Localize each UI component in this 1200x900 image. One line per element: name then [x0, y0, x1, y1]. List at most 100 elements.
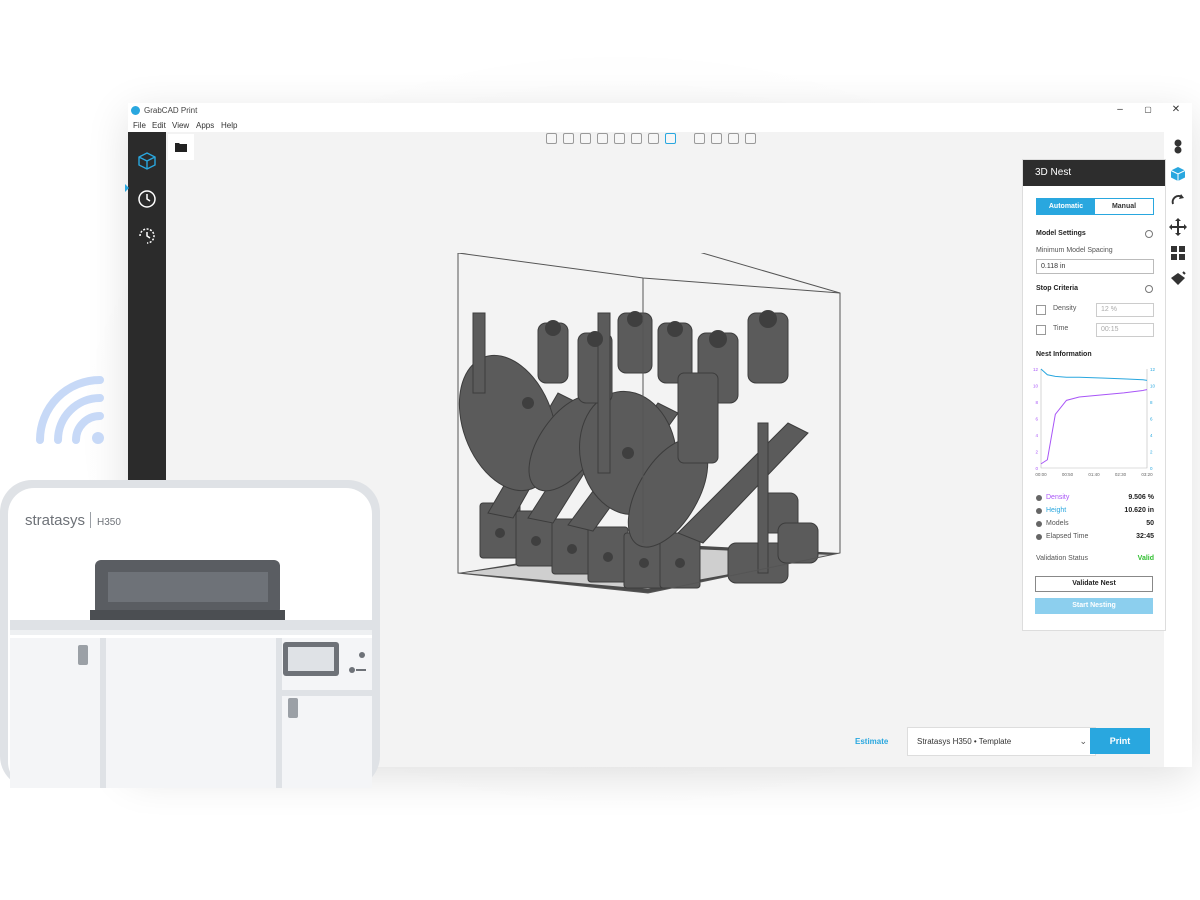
chevron-down-icon: ⌄: [1079, 736, 1087, 746]
stat-density: Density 9.506 %: [1036, 494, 1154, 504]
rotate-icon[interactable]: [1169, 192, 1187, 210]
right-tool-strip: [1164, 132, 1192, 767]
time-input[interactable]: 00:15: [1096, 323, 1154, 337]
model-settings-title: Model Settings: [1036, 230, 1086, 237]
models-icon: [1036, 521, 1042, 527]
mode-toggle: Automatic Manual: [1036, 198, 1154, 215]
time-checkbox[interactable]: [1036, 325, 1046, 335]
nest-panel: 3D Nest Automatic Manual Model Settings …: [1022, 159, 1166, 631]
x-tick-label: 01:40: [1088, 472, 1100, 477]
y-left-tick-label: 4: [1035, 433, 1038, 438]
stat-elapsed-value: 32:45: [1136, 533, 1154, 540]
active-indicator: [125, 184, 129, 192]
validation-status-value: Valid: [1137, 555, 1154, 562]
y-left-tick-label: 12: [1033, 367, 1039, 372]
x-tick-label: 03:20: [1141, 472, 1153, 477]
tray-tab[interactable]: [168, 134, 194, 160]
y-right-tick-label: 0: [1150, 466, 1153, 471]
app-logo-icon: [131, 106, 140, 115]
estimate-link[interactable]: Estimate: [855, 737, 888, 746]
stop-criteria-title: Stop Criteria: [1036, 285, 1079, 292]
view-3d-icon[interactable]: [665, 133, 676, 144]
move-icon[interactable]: [1169, 218, 1187, 236]
menu-view[interactable]: View: [172, 121, 189, 130]
view-right-icon[interactable]: [597, 133, 608, 144]
density-checkbox[interactable]: [1036, 305, 1046, 315]
tab-manual[interactable]: Manual: [1095, 199, 1153, 214]
stat-models-value: 50: [1146, 520, 1154, 527]
printer-model-logo: H350: [97, 517, 121, 528]
stat-height-value: 10.620 in: [1124, 507, 1154, 514]
stat-elapsed-label: Elapsed Time: [1046, 533, 1089, 540]
stat-elapsed-time: Elapsed Time 32:45: [1036, 533, 1154, 543]
density-label: Density: [1053, 305, 1077, 312]
nest-chart: 0 0 2 2 4 4 6 6 8 8 10 10 12 12 00:00 00:50 01:40 02:30 03…: [1033, 367, 1156, 477]
printer-select[interactable]: Stratasys H350 • Template ⌄: [907, 727, 1096, 756]
measure-icon[interactable]: [745, 133, 756, 144]
folder-icon: [175, 143, 187, 152]
stat-height-label: Height: [1046, 507, 1067, 514]
x-tick-label: 02:30: [1115, 472, 1127, 477]
stat-density-value: 9.506 %: [1128, 494, 1154, 501]
printer-brand-logo: stratasys: [25, 512, 85, 529]
elapsed-time-icon: [1036, 534, 1042, 540]
y-left-tick-label: 2: [1035, 450, 1038, 455]
view-back-icon[interactable]: [563, 133, 574, 144]
validation-status-row: Validation Status Valid: [1036, 555, 1154, 565]
height-icon: [1036, 508, 1042, 514]
view-toolbar: [546, 133, 756, 145]
maximize-button[interactable]: ▢: [1140, 105, 1156, 114]
nest-cube-icon[interactable]: [1169, 165, 1187, 183]
y-right-tick-label: 2: [1150, 450, 1153, 455]
view-iso-icon[interactable]: [648, 133, 659, 144]
minimize-button[interactable]: –: [1112, 104, 1128, 115]
menu-edit[interactable]: Edit: [152, 121, 166, 130]
menu-apps[interactable]: Apps: [196, 121, 214, 130]
start-nesting-button[interactable]: Start Nesting: [1035, 598, 1153, 614]
settings-gear-icon[interactable]: [1145, 230, 1153, 238]
stop-criteria-gear-icon[interactable]: [1145, 285, 1153, 293]
view-front-icon[interactable]: [546, 133, 557, 144]
cube-icon[interactable]: [136, 150, 158, 172]
view-left-icon[interactable]: [580, 133, 591, 144]
validation-status-label: Validation Status: [1036, 555, 1089, 562]
stat-density-label: Density: [1046, 494, 1070, 501]
layers-icon[interactable]: [1169, 138, 1187, 156]
view-top-icon[interactable]: [614, 133, 625, 144]
clock-icon[interactable]: [136, 188, 158, 210]
nest-info-title: Nest Information: [1036, 351, 1092, 358]
y-right-tick-label: 10: [1150, 384, 1156, 389]
app-title: GrabCAD Print: [144, 106, 198, 115]
wifi-icon: [36, 376, 104, 444]
density-input[interactable]: 12 %: [1096, 303, 1154, 317]
nest-panel-title: 3D Nest: [1023, 160, 1165, 186]
multi-select-icon[interactable]: [711, 133, 722, 144]
series-line-height: [1040, 368, 1148, 381]
time-label: Time: [1053, 325, 1069, 332]
y-right-tick-label: 12: [1150, 367, 1156, 372]
spacing-input[interactable]: 0.118 in: [1036, 259, 1154, 274]
menu-file[interactable]: File: [133, 121, 146, 130]
title-bar: GrabCAD Print – ▢ ✕: [128, 103, 1192, 119]
menu-help[interactable]: Help: [221, 121, 237, 130]
arrange-icon[interactable]: [1169, 244, 1187, 262]
close-button[interactable]: ✕: [1168, 104, 1184, 115]
paint-icon[interactable]: [1169, 270, 1187, 288]
viewport-3d[interactable]: [428, 253, 848, 713]
printer-illustration: stratasys H350: [0, 480, 380, 788]
y-right-tick-label: 8: [1150, 400, 1153, 405]
group-icon[interactable]: [728, 133, 739, 144]
y-right-tick-label: 6: [1150, 417, 1153, 422]
series-line-density: [1040, 389, 1148, 465]
y-left-tick-label: 6: [1035, 417, 1038, 422]
tab-automatic[interactable]: Automatic: [1037, 199, 1095, 214]
chart-axes: [1040, 369, 1148, 469]
density-icon: [1036, 495, 1042, 501]
view-bottom-icon[interactable]: [631, 133, 642, 144]
history-icon[interactable]: [136, 225, 158, 247]
print-button[interactable]: Print: [1090, 728, 1150, 754]
select-icon[interactable]: [694, 133, 705, 144]
y-right-tick-label: 4: [1150, 433, 1153, 438]
stat-models: Models 50: [1036, 520, 1154, 530]
validate-nest-button[interactable]: Validate Nest: [1035, 576, 1153, 592]
